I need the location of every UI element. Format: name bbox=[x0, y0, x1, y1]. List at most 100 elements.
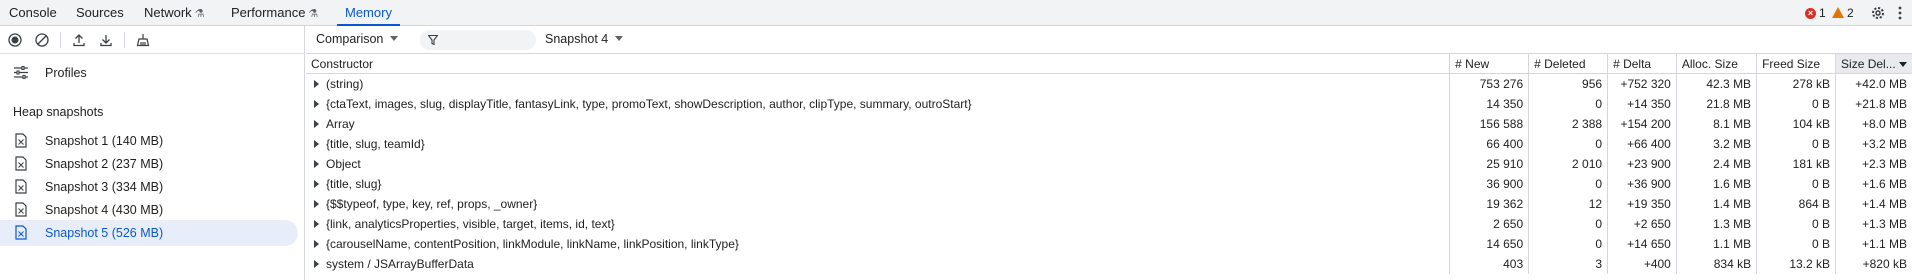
alloc-size-cell: 1.6 MB bbox=[1675, 174, 1757, 194]
deleted-count-cell: 2 388 bbox=[1528, 114, 1608, 134]
column-header-constructor[interactable]: Constructor bbox=[306, 54, 1450, 74]
constructor-cell: Object bbox=[306, 154, 1450, 174]
column-header-new[interactable]: # New bbox=[1449, 54, 1529, 74]
sliders-icon bbox=[14, 66, 28, 79]
expand-triangle-icon[interactable] bbox=[314, 100, 319, 108]
snapshot-item-selected[interactable]: Snapshot 5 (526 MB) bbox=[0, 220, 298, 246]
expand-triangle-icon[interactable] bbox=[314, 260, 319, 268]
download-icon bbox=[100, 35, 112, 47]
table-row[interactable]: {ctaText, images, slug, displayTitle, fa… bbox=[306, 94, 1912, 114]
clear-button[interactable] bbox=[33, 31, 51, 49]
deleted-count-cell: 3 bbox=[1528, 254, 1608, 274]
expand-triangle-icon[interactable] bbox=[314, 120, 319, 128]
constructor-cell: {title, slug} bbox=[306, 174, 1450, 194]
heap-snapshots-title: Heap snapshots bbox=[13, 105, 104, 119]
column-header-freed-size[interactable]: Freed Size bbox=[1756, 54, 1836, 74]
table-row[interactable]: {link, analyticsProperties, visible, tar… bbox=[306, 214, 1912, 234]
size-delta-header-label: Size Del... bbox=[1841, 56, 1896, 71]
size-delta-cell: +3.2 MB bbox=[1835, 134, 1912, 154]
expand-triangle-icon[interactable] bbox=[314, 80, 319, 88]
table-row[interactable]: Array 156 588 2 388 +154 200 8.1 MB 104 kB +8.… bbox=[306, 114, 1912, 134]
constructor-cell: {$$typeof, type, key, ref, props, _owner… bbox=[306, 194, 1450, 214]
tab-console[interactable]: Console bbox=[9, 0, 57, 26]
new-count-cell: 66 400 bbox=[1449, 134, 1529, 154]
flask-icon: ⚗ bbox=[194, 8, 205, 20]
snapshot-view: Comparison Snapshot 4 Constructor # New … bbox=[306, 26, 1912, 280]
new-count-cell: 403 bbox=[1449, 254, 1529, 274]
sort-descending-icon bbox=[1898, 61, 1907, 67]
column-header-deleted[interactable]: # Deleted bbox=[1528, 54, 1608, 74]
heap-file-icon bbox=[15, 202, 27, 217]
table-row[interactable]: {carouselName, contentPosition, linkModu… bbox=[306, 234, 1912, 254]
deleted-count-cell: 0 bbox=[1528, 214, 1608, 234]
error-count[interactable]: × 1 bbox=[1805, 0, 1826, 26]
constructor-cell: Array bbox=[306, 114, 1450, 134]
deleted-count-cell: 956 bbox=[1528, 73, 1608, 94]
table-row[interactable]: {$$typeof, type, key, ref, props, _owner… bbox=[306, 194, 1912, 214]
view-mode-select[interactable]: Comparison bbox=[316, 32, 399, 46]
size-delta-cell: +2.3 MB bbox=[1835, 154, 1912, 174]
constructor-name: {title, slug} bbox=[326, 177, 382, 191]
expand-triangle-icon[interactable] bbox=[314, 180, 319, 188]
warning-icon bbox=[1832, 6, 1844, 18]
new-count-cell: 25 910 bbox=[1449, 154, 1529, 174]
alloc-size-cell: 21.8 MB bbox=[1675, 94, 1757, 114]
size-delta-cell: +42.0 MB bbox=[1835, 73, 1912, 94]
column-header-alloc-size[interactable]: Alloc. Size bbox=[1675, 54, 1757, 74]
tab-label: Performance bbox=[231, 5, 306, 20]
tab-sources[interactable]: Sources bbox=[76, 0, 124, 26]
column-header-size-delta[interactable]: Size Del... bbox=[1835, 54, 1912, 74]
table-row[interactable]: system / JSArrayBufferData 403 3 +400 834 kB… bbox=[306, 254, 1912, 274]
freed-size-cell: 864 B bbox=[1756, 194, 1836, 214]
constructor-cell: {title, slug, teamId} bbox=[306, 134, 1450, 154]
more-menu-button[interactable] bbox=[1898, 0, 1902, 26]
alloc-size-cell: 2.4 MB bbox=[1675, 154, 1757, 174]
record-button[interactable] bbox=[6, 31, 24, 49]
expand-triangle-icon[interactable] bbox=[314, 160, 319, 168]
heap-file-icon bbox=[15, 225, 27, 240]
profiles-label: Profiles bbox=[45, 66, 87, 80]
filter-input[interactable] bbox=[442, 32, 534, 50]
table-row[interactable]: Object 25 910 2 010 +23 900 2.4 MB 181 kB +2.3… bbox=[306, 154, 1912, 174]
constructor-name: {$$typeof, type, key, ref, props, _owner… bbox=[326, 197, 538, 211]
collect-garbage-button[interactable] bbox=[134, 31, 152, 49]
expand-triangle-icon[interactable] bbox=[314, 220, 319, 228]
new-count-cell: 14 350 bbox=[1449, 94, 1529, 114]
delta-count-cell: +36 900 bbox=[1607, 174, 1677, 194]
deleted-count-cell: 0 bbox=[1528, 134, 1608, 154]
column-header-delta[interactable]: # Delta bbox=[1607, 54, 1677, 74]
snapshot-label: Snapshot 5 (526 MB) bbox=[45, 226, 164, 240]
settings-button[interactable] bbox=[1870, 0, 1886, 26]
freed-size-cell: 104 kB bbox=[1756, 114, 1836, 134]
delta-count-cell: +14 650 bbox=[1607, 234, 1677, 254]
alloc-size-cell: 8.1 MB bbox=[1675, 114, 1757, 134]
constructor-cell: {carouselName, contentPosition, linkModu… bbox=[306, 234, 1450, 254]
expand-triangle-icon[interactable] bbox=[314, 240, 319, 248]
base-snapshot-select[interactable]: Snapshot 4 bbox=[545, 32, 624, 46]
size-delta-cell: +21.8 MB bbox=[1835, 94, 1912, 114]
load-button[interactable] bbox=[70, 31, 88, 49]
toolbar-divider bbox=[124, 32, 125, 48]
constructor-name: {title, slug, teamId} bbox=[326, 137, 425, 151]
constructor-cell: {link, analyticsProperties, visible, tar… bbox=[306, 214, 1450, 234]
save-button[interactable] bbox=[97, 31, 115, 49]
table-row[interactable]: {title, slug, teamId} 66 400 0 +66 400 3.2 M… bbox=[306, 134, 1912, 154]
expand-triangle-icon[interactable] bbox=[314, 140, 319, 148]
warning-count[interactable]: 2 bbox=[1832, 0, 1854, 26]
expand-triangle-icon[interactable] bbox=[314, 200, 319, 208]
alloc-size-cell: 3.2 MB bbox=[1675, 134, 1757, 154]
freed-size-cell: 0 B bbox=[1756, 174, 1836, 194]
table-row[interactable]: (string) 753 276 956 +752 320 42.3 MB 278 kB +… bbox=[306, 73, 1912, 94]
tab-performance[interactable]: Performance ⚗ bbox=[231, 0, 318, 26]
alloc-size-cell: 834 kB bbox=[1675, 254, 1757, 274]
profiles-item[interactable]: Profiles bbox=[0, 60, 305, 86]
tab-network[interactable]: Network ⚗ bbox=[144, 0, 205, 26]
constructor-cell: system / JSArrayBufferData bbox=[306, 254, 1450, 274]
table-row[interactable]: {title, slug} 36 900 0 +36 900 1.6 MB 0 B +1.6… bbox=[306, 174, 1912, 194]
record-icon bbox=[8, 33, 22, 47]
class-filter[interactable] bbox=[420, 30, 536, 50]
snapshot-label: Snapshot 2 (237 MB) bbox=[45, 157, 164, 171]
tab-memory[interactable]: Memory bbox=[337, 0, 400, 26]
freed-size-cell: 0 B bbox=[1756, 94, 1836, 114]
snapshot-label: Snapshot 1 (140 MB) bbox=[45, 134, 164, 148]
